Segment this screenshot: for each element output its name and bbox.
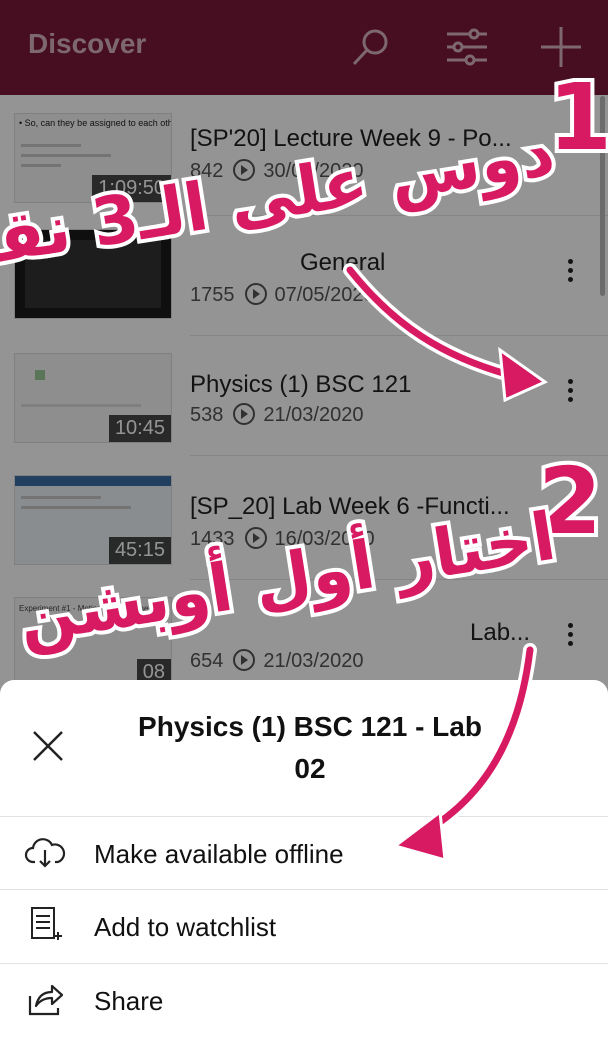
- share-option[interactable]: Share: [0, 964, 608, 1036]
- close-icon[interactable]: [30, 728, 66, 764]
- option-label: Share: [94, 986, 164, 1016]
- option-label: Make available offline: [94, 839, 344, 869]
- cloud-download-icon: [24, 838, 66, 868]
- share-icon: [28, 984, 64, 1016]
- add-to-watchlist-option[interactable]: Add to watchlist: [0, 890, 608, 962]
- options-bottom-sheet: Physics (1) BSC 121 - Lab 02 Make availa…: [0, 680, 608, 1039]
- sheet-title: Physics (1) BSC 121 - Lab 02: [138, 711, 482, 784]
- option-label: Add to watchlist: [94, 912, 277, 942]
- make-offline-option[interactable]: Make available offline: [0, 817, 608, 889]
- watchlist-icon: [31, 907, 62, 940]
